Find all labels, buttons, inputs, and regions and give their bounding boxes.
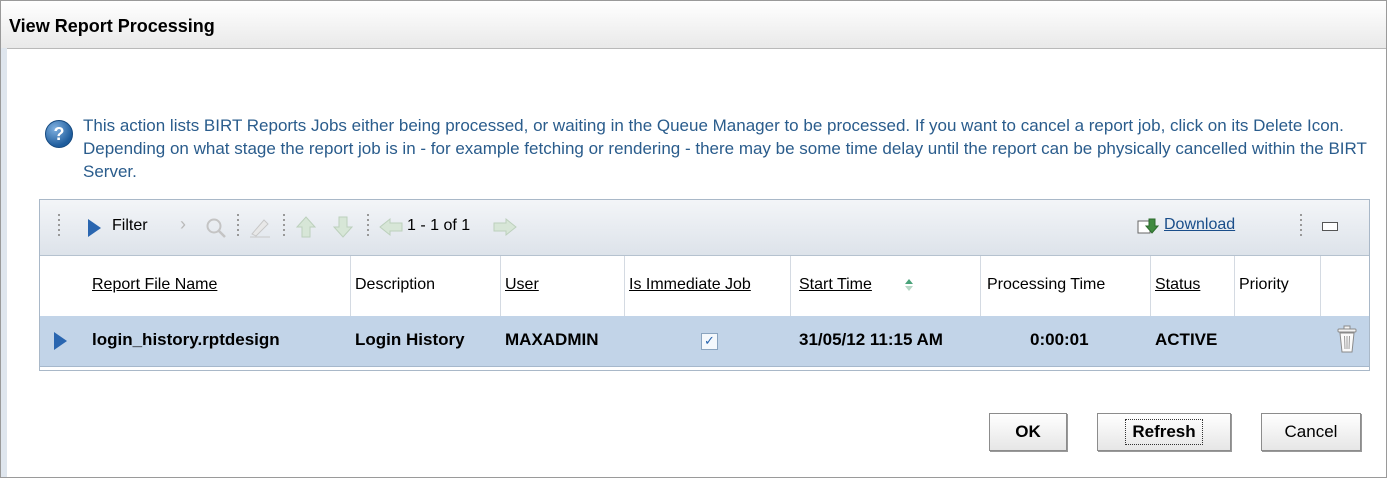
dialog-titlebar: View Report Processing (1, 1, 1386, 49)
refresh-label: Refresh (1125, 419, 1203, 445)
view-report-processing-dialog: View Report Processing ? This action lis… (0, 0, 1387, 478)
cell-status: ACTIVE (1155, 330, 1218, 349)
column-divider (980, 256, 981, 316)
filter-arrow-icon[interactable] (88, 219, 101, 237)
table-header-row: Report File Name Description User Is Imm… (40, 256, 1369, 317)
cell-report-file-name: login_history.rptdesign (92, 330, 280, 349)
row-expand-icon[interactable] (54, 332, 67, 350)
toolbar-separator (367, 214, 369, 238)
column-header-report-file-name[interactable]: Report File Name (92, 276, 217, 294)
arrow-up-icon[interactable] (295, 215, 317, 239)
help-icon: ? (45, 120, 73, 148)
column-header-is-immediate-job[interactable]: Is Immediate Job (629, 276, 751, 294)
table-toolbar: Filter › 1 - 1 of 1 Download (40, 200, 1369, 256)
cell-user: MAXADMIN (505, 330, 599, 349)
column-header-processing-time: Processing Time (987, 276, 1106, 293)
sort-ascending-icon[interactable] (904, 278, 914, 292)
arrow-down-icon[interactable] (332, 215, 354, 239)
toolbar-separator (283, 214, 285, 238)
search-icon[interactable] (205, 217, 227, 239)
report-jobs-table: Filter › 1 - 1 of 1 Download Report File… (39, 199, 1370, 371)
minimize-icon[interactable] (1322, 222, 1338, 231)
column-header-description: Description (355, 276, 436, 293)
pagination-info: 1 - 1 of 1 (407, 217, 471, 234)
ok-button[interactable]: OK (989, 413, 1067, 451)
trash-icon[interactable] (1335, 324, 1359, 354)
info-description: This action lists BIRT Reports Jobs eith… (83, 116, 1367, 181)
column-divider (790, 256, 791, 316)
cancel-button[interactable]: Cancel (1261, 413, 1361, 451)
toolbar-separator (237, 214, 239, 238)
table-row[interactable]: login_history.rptdesign Login History MA… (40, 316, 1369, 367)
toolbar-separator (1300, 214, 1302, 238)
cell-start-time: 31/05/12 11:15 AM (799, 330, 943, 349)
download-link[interactable]: Download (1164, 216, 1235, 234)
next-page-icon[interactable] (492, 217, 518, 237)
cell-processing-time: 0:00:01 (1030, 330, 1089, 349)
previous-page-icon[interactable] (378, 217, 404, 237)
column-divider (500, 256, 501, 316)
column-divider (350, 256, 351, 316)
clear-filter-icon[interactable] (248, 216, 272, 238)
toolbar-separator (58, 214, 60, 238)
column-header-user[interactable]: User (505, 276, 539, 294)
is-immediate-checkbox: ✓ (701, 333, 718, 350)
download-icon[interactable] (1137, 217, 1159, 237)
filter-button[interactable]: Filter (112, 217, 148, 235)
dialog-title: View Report Processing (9, 16, 215, 36)
column-divider (1320, 256, 1321, 316)
column-header-start-time[interactable]: Start Time (799, 276, 872, 294)
column-header-priority: Priority (1239, 276, 1289, 293)
chevron-right-icon: › (180, 214, 186, 234)
column-header-status[interactable]: Status (1155, 276, 1200, 294)
column-divider (1150, 256, 1151, 316)
dialog-left-edge (1, 48, 7, 477)
column-divider (1234, 256, 1235, 316)
refresh-button[interactable]: Refresh (1097, 413, 1231, 451)
column-divider (624, 256, 625, 316)
cell-description: Login History (355, 330, 465, 349)
